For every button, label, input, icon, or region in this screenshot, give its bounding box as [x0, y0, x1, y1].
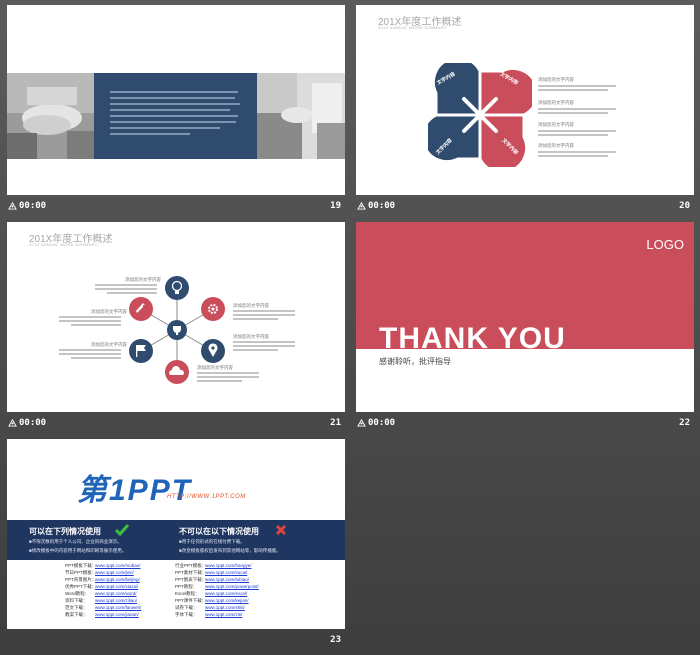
- can-use-line: ■修改模板中的内容用于网站和印刷等展示使用。: [29, 548, 127, 553]
- usage-bar: 可以在下列情况使用 不可以在以下情况使用 ■不限次数的用于个人公司、企业的商业演…: [7, 520, 345, 560]
- link[interactable]: www.1ppt.com/ziti/: [205, 612, 242, 617]
- thank-you-subheading: 感谢聆听，批评指导: [379, 357, 451, 366]
- slide-cell-19[interactable]: 00:00 19: [7, 5, 345, 215]
- slide-thumbnail-20[interactable]: 201X年度工作概述 201X ANNUAL WORK SUMMARY 文字内容…: [356, 5, 694, 195]
- slide-number: 19: [330, 201, 341, 211]
- slide-number: 21: [330, 418, 341, 428]
- link[interactable]: www.1ppt.com/kejian/: [205, 598, 249, 603]
- link[interactable]: www.1ppt.com/hangye/: [205, 563, 252, 568]
- photo-team-hands: [7, 73, 94, 159]
- slide-thumbnail-19[interactable]: [7, 5, 345, 195]
- cannot-use-line: ■用于任何形式的在线付费下载。: [179, 539, 245, 544]
- slide-number: 23: [330, 635, 341, 645]
- link[interactable]: www.1ppt.com/shiti/: [205, 605, 245, 610]
- slide-time-icon: [8, 201, 17, 210]
- photo-handshake: [257, 73, 345, 159]
- slide-time: 00:00: [19, 201, 47, 211]
- link[interactable]: www.1ppt.com/xiazai/: [95, 584, 138, 589]
- link[interactable]: www.1ppt.com/sucai/: [205, 570, 247, 575]
- can-use-title: 可以在下列情况使用: [29, 527, 101, 536]
- link[interactable]: www.1ppt.com/jieri/: [95, 570, 134, 575]
- link[interactable]: www.1ppt.com/jiaoan/: [95, 612, 139, 617]
- can-use-line: ■不限次数的用于个人公司、企业的商业演示。: [29, 539, 122, 544]
- link[interactable]: www.1ppt.com/excel/: [205, 591, 247, 596]
- slide-time: 00:00: [368, 201, 396, 211]
- slide-number: 22: [679, 418, 690, 428]
- ppt-logo: 第1PPT HTTP://WWW.1PPT.COM: [77, 474, 246, 507]
- cross-icon: [275, 524, 287, 536]
- link[interactable]: www.1ppt.com/word/: [95, 591, 137, 596]
- slide-subtitle: 201X ANNUAL WORK SUMMARY: [29, 242, 98, 247]
- slide-time-icon: [357, 201, 366, 210]
- slide-time: 00:00: [368, 418, 396, 428]
- cannot-use-line: ■改变模板版权后发布到其他网站等，影响传播版。: [179, 548, 281, 553]
- link[interactable]: www.1ppt.com/beijing/: [95, 577, 140, 582]
- slide-number: 20: [679, 201, 690, 211]
- check-icon: [115, 524, 129, 536]
- link[interactable]: www.1ppt.com/powerpoint/: [205, 584, 259, 589]
- link[interactable]: www.1ppt.com/tubiao/: [205, 577, 249, 582]
- slide-time-icon: [357, 418, 366, 427]
- slide-cell-20[interactable]: 201X年度工作概述 201X ANNUAL WORK SUMMARY 文字内容…: [356, 5, 694, 215]
- link[interactable]: www.1ppt.com/ziliao/: [95, 598, 137, 603]
- slide-thumbnail-22[interactable]: LOGO THANK YOU 感谢聆听，批评指导: [356, 222, 694, 412]
- slide-cell-21[interactable]: 201X年度工作概述 201X ANNUAL WORK SUMMARY 添加您的…: [7, 222, 345, 432]
- slide-cell-22[interactable]: LOGO THANK YOU 感谢聆听，批评指导 00:00 22: [356, 222, 694, 432]
- cannot-use-title: 不可以在以下情况使用: [179, 527, 259, 536]
- slide-cell-23[interactable]: 第1PPT HTTP://WWW.1PPT.COM 可以在下列情况使用 不可以在…: [7, 439, 345, 649]
- slide-thumbnail-21[interactable]: 201X年度工作概述 201X ANNUAL WORK SUMMARY 添加您的…: [7, 222, 345, 412]
- text-panel: [94, 73, 257, 159]
- link[interactable]: www.1ppt.com/moban/: [95, 563, 141, 568]
- slide-time-icon: [8, 418, 17, 427]
- link[interactable]: www.1ppt.com/fanwen/: [95, 605, 141, 610]
- slide-subtitle: 201X ANNUAL WORK SUMMARY: [378, 25, 447, 30]
- slide-time: 00:00: [19, 418, 47, 428]
- slide-thumbnail-23[interactable]: 第1PPT HTTP://WWW.1PPT.COM 可以在下列情况使用 不可以在…: [7, 439, 345, 629]
- thank-you-heading: THANK YOU: [379, 322, 566, 355]
- logo-text: LOGO: [646, 237, 684, 252]
